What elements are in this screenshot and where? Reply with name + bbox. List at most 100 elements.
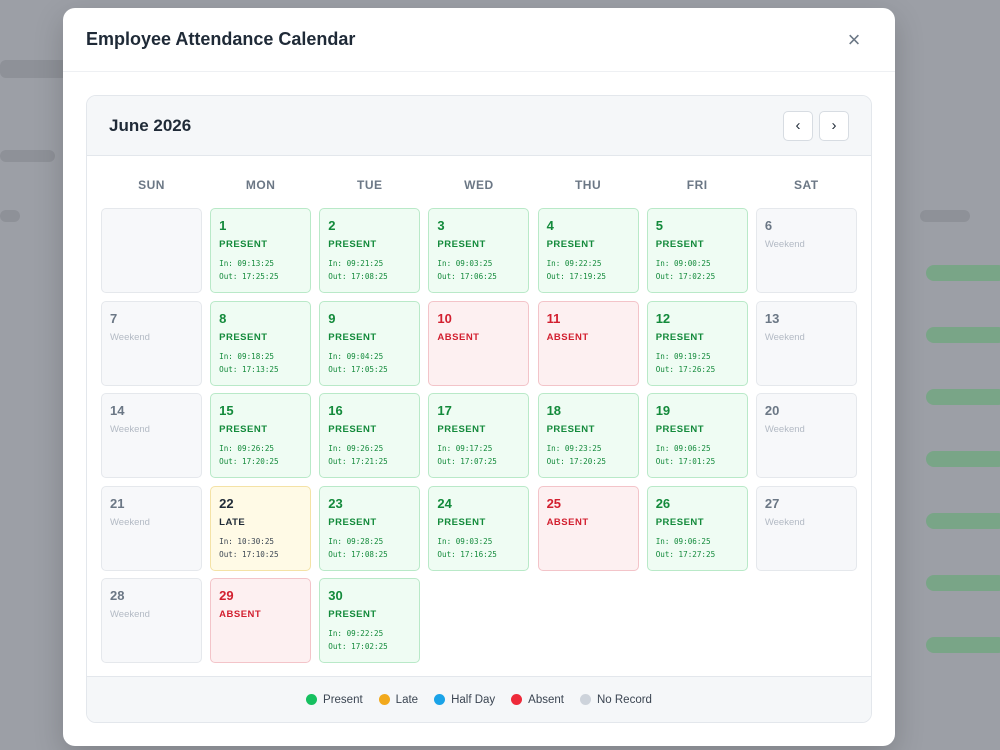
calendar-day-7[interactable]: 7 Weekend <box>101 300 202 386</box>
day-number: 10 <box>437 310 452 326</box>
check-in-time: In: 09:03:25 <box>437 536 493 546</box>
legend-dot-icon <box>511 694 523 705</box>
calendar-day-30[interactable]: 30 PRESENT In: 09:22:25 Out: 17:02:25 <box>319 578 421 663</box>
calendar-day-22[interactable]: 22 LATE In: 10:30:25 Out: 17:10:25 <box>210 485 312 571</box>
close-icon[interactable]: × <box>843 28 865 51</box>
legend-dot-icon <box>434 694 446 705</box>
status-label: PRESENT <box>437 424 486 435</box>
check-in-time: In: 10:30:25 <box>219 536 275 546</box>
check-in-time: In: 09:17:25 <box>437 444 493 453</box>
calendar-day-17[interactable]: 17 PRESENT In: 09:17:25 Out: 17:07:25 <box>428 393 530 478</box>
legend-item: No Record <box>579 693 652 706</box>
calendar-day-1[interactable]: 1 PRESENT In: 09:13:25 Out: 17:25:25 <box>210 208 312 293</box>
day-number: 12 <box>655 310 671 326</box>
day-number: 24 <box>437 495 452 511</box>
day-number: 30 <box>328 588 343 603</box>
calendar-day-3[interactable]: 3 PRESENT In: 09:03:25 Out: 17:06:25 <box>428 208 530 293</box>
legend-label: Absent <box>528 693 564 706</box>
calendar-day-8[interactable]: 8 PRESENT In: 09:18:25 Out: 17:13:25 <box>210 300 312 386</box>
check-out-time: Out: 17:08:25 <box>328 549 388 559</box>
day-number: 1 <box>219 218 227 233</box>
status-label: ABSENT <box>437 331 480 343</box>
day-number: 18 <box>546 403 562 418</box>
check-in-time: In: 09:28:25 <box>328 536 384 546</box>
check-out-time: Out: 17:20:25 <box>219 457 279 466</box>
calendar-day-11[interactable]: 11 ABSENT <box>537 300 639 386</box>
status-label: PRESENT <box>328 424 377 435</box>
calendar-day-27[interactable]: 27 Weekend <box>755 485 857 571</box>
background-bar <box>0 210 20 222</box>
calendar-day-28[interactable]: 28 Weekend <box>101 578 202 663</box>
chevron-left-icon: ‹ <box>795 117 801 134</box>
status-label: PRESENT <box>328 331 377 343</box>
weekend-label: Weekend <box>764 424 805 435</box>
check-out-time: Out: 17:02:25 <box>328 642 388 651</box>
status-label: PRESENT <box>655 424 705 435</box>
calendar-day-24[interactable]: 24 PRESENT In: 09:03:25 Out: 17:16:25 <box>428 485 530 571</box>
legend-item: Absent <box>511 694 564 706</box>
calendar-day-18[interactable]: 18 PRESENT In: 09:23:25 Out: 17:20:25 <box>537 393 639 478</box>
status-label: PRESENT <box>437 239 486 250</box>
calendar-day-13[interactable]: 13 Weekend <box>755 300 857 386</box>
chevron-right-icon: › <box>831 117 837 134</box>
check-out-time: Out: 17:16:25 <box>437 549 497 559</box>
check-in-time: In: 09:04:25 <box>328 351 384 361</box>
day-number: 11 <box>546 310 561 326</box>
check-out-time: Out: 17:13:25 <box>219 364 279 374</box>
calendar-day-29[interactable]: 29 ABSENT <box>210 578 312 663</box>
day-number: 22 <box>219 495 234 511</box>
calendar-day-4[interactable]: 4 PRESENT In: 09:22:25 Out: 17:19:25 <box>537 208 639 293</box>
day-number: 16 <box>328 403 343 418</box>
status-label: PRESENT <box>546 424 595 435</box>
month-label: June 2026 <box>109 115 192 135</box>
day-number: 6 <box>764 218 773 233</box>
check-out-time: Out: 17:19:25 <box>546 272 606 281</box>
calendar-day-6[interactable]: 6 Weekend <box>755 208 857 293</box>
day-number: 23 <box>328 495 343 511</box>
check-in-time: In: 09:19:25 <box>655 351 711 361</box>
legend: Present Late Half Day Absent No Record <box>87 676 871 722</box>
calendar-day-23[interactable]: 23 PRESENT In: 09:28:25 Out: 17:08:25 <box>319 485 421 571</box>
legend-label: Present <box>323 693 363 706</box>
check-out-time: Out: 17:26:25 <box>655 364 716 374</box>
prev-month-button[interactable]: ‹ <box>783 110 813 141</box>
weekend-label: Weekend <box>764 516 805 528</box>
check-in-time: In: 09:06:25 <box>655 444 711 453</box>
day-number: 15 <box>219 403 234 418</box>
weekend-label: Weekend <box>110 424 150 435</box>
calendar-day-12[interactable]: 12 PRESENT In: 09:19:25 Out: 17:26:25 <box>646 300 748 386</box>
calendar-day-15[interactable]: 15 PRESENT In: 09:26:25 Out: 17:20:25 <box>210 393 312 478</box>
background-pill <box>926 327 1000 343</box>
calendar-day-5[interactable]: 5 PRESENT In: 09:00:25 Out: 17:02:25 <box>646 208 748 293</box>
status-label: PRESENT <box>328 239 377 250</box>
day-number: 17 <box>437 403 452 418</box>
modal-header: Employee Attendance Calendar × <box>63 8 895 72</box>
calendar-day-16[interactable]: 16 PRESENT In: 09:26:25 Out: 17:21:25 <box>319 393 421 478</box>
calendar-day-10[interactable]: 10 ABSENT <box>428 300 530 386</box>
status-label: PRESENT <box>219 424 268 435</box>
calendar-day-14[interactable]: 14 Weekend <box>101 393 202 478</box>
check-in-time: In: 09:23:25 <box>546 444 602 453</box>
status-label: PRESENT <box>328 609 377 620</box>
legend-item: Late <box>378 694 418 706</box>
calendar-day-2[interactable]: 2 PRESENT In: 09:21:25 Out: 17:08:25 <box>319 208 421 293</box>
legend-label: No Record <box>596 693 652 706</box>
calendar-day-9[interactable]: 9 PRESENT In: 09:04:25 Out: 17:05:25 <box>319 300 421 386</box>
day-number: 3 <box>437 218 445 233</box>
day-number: 28 <box>110 588 125 603</box>
day-number: 27 <box>764 495 780 511</box>
calendar-day-19[interactable]: 19 PRESENT In: 09:06:25 Out: 17:01:25 <box>646 393 748 478</box>
calendar-day-25[interactable]: 25 ABSENT <box>537 485 639 571</box>
calendar-day-20[interactable]: 20 Weekend <box>755 393 857 478</box>
calendar-day-21[interactable]: 21 Weekend <box>101 485 202 571</box>
check-out-time: Out: 17:02:25 <box>655 272 716 281</box>
next-month-button[interactable]: › <box>819 110 849 141</box>
weekday-label: MON <box>245 178 276 192</box>
calendar-day-26[interactable]: 26 PRESENT In: 09:06:25 Out: 17:27:25 <box>646 485 748 571</box>
day-number: 9 <box>328 310 336 326</box>
modal-title: Employee Attendance Calendar <box>86 29 356 49</box>
day-number: 8 <box>219 310 227 326</box>
calendar-grid: 1 PRESENT In: 09:13:25 Out: 17:25:25 2 PRESEN… <box>101 208 857 663</box>
day-number: 5 <box>655 218 663 233</box>
background-pill <box>926 389 1000 405</box>
